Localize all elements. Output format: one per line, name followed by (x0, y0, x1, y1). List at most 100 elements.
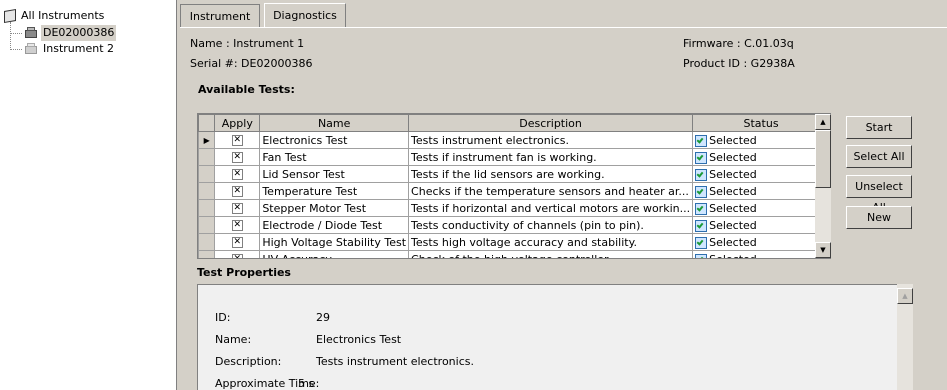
table-row[interactable]: Stepper Motor TestTests if horizontal an… (198, 199, 830, 217)
apply-cell[interactable] (214, 148, 261, 166)
scroll-up-button[interactable]: ▲ (815, 114, 831, 130)
apply-cell[interactable] (214, 199, 261, 217)
tab-instrument[interactable]: Instrument (180, 4, 260, 27)
apply-checkbox[interactable] (231, 220, 243, 231)
status-text: Selected (709, 184, 757, 198)
column-header-status[interactable]: Status (692, 114, 830, 132)
test-properties-title: Test Properties (197, 266, 291, 279)
table-row[interactable]: Electrode / Diode TestTests conductivity… (198, 216, 830, 234)
row-indicator[interactable] (198, 216, 216, 234)
instrument-serial: Serial #: DE02000386 (190, 57, 313, 70)
tests-grid-scrollbar[interactable]: ▲ ▼ (815, 114, 831, 258)
apply-checkbox[interactable] (231, 152, 243, 163)
apply-cell[interactable] (214, 250, 261, 258)
apply-cell[interactable] (214, 233, 261, 251)
column-header-apply[interactable]: Apply (214, 114, 261, 132)
row-indicator[interactable]: ▶ (198, 131, 216, 149)
test-name-cell[interactable]: Fan Test (259, 148, 410, 166)
test-description-cell[interactable]: Tests if horizontal and vertical motors … (408, 199, 694, 217)
test-description-cell[interactable]: Tests instrument electronics. (408, 131, 694, 149)
test-description-cell[interactable]: Tests high voltage accuracy and stabilit… (408, 233, 694, 251)
available-tests-title: Available Tests: (198, 83, 295, 96)
table-row[interactable]: ▶ Electronics TestTests instrument electr… (198, 131, 830, 149)
apply-cell[interactable] (214, 216, 261, 234)
apply-checkbox[interactable] (231, 169, 243, 180)
prop-id-value: 29 (316, 311, 330, 324)
column-header-description[interactable]: Description (408, 114, 694, 132)
tree-root-label: All Instruments (21, 9, 105, 22)
table-row[interactable]: Lid Sensor TestTests if the lid sensors … (198, 165, 830, 183)
prop-time-value: 5 s (298, 377, 315, 390)
instrument-icon (24, 43, 38, 55)
apply-checkbox[interactable] (231, 186, 243, 197)
scroll-up-button[interactable]: ▲ (897, 288, 913, 304)
test-status-cell[interactable]: Selected (692, 165, 830, 183)
select-all-button[interactable]: Select All (846, 145, 912, 168)
test-name-cell[interactable]: Temperature Test (259, 182, 410, 200)
test-name-cell[interactable]: HV Accuracy (259, 250, 410, 258)
table-row[interactable]: HV AccuracyCheck of the high voltage con… (198, 250, 830, 259)
test-status-cell[interactable]: Selected (692, 199, 830, 217)
tests-grid[interactable]: Apply Name Description Status ▶ Electroni… (197, 113, 831, 259)
row-indicator[interactable] (198, 250, 216, 258)
start-button[interactable]: Start (846, 116, 912, 139)
test-name-cell[interactable]: Electronics Test (259, 131, 410, 149)
apply-checkbox[interactable] (231, 237, 243, 248)
apply-cell[interactable] (214, 182, 261, 200)
scroll-thumb[interactable] (815, 130, 831, 188)
row-indicator[interactable] (198, 165, 216, 183)
test-name-cell[interactable]: High Voltage Stability Test (259, 233, 410, 251)
row-indicator[interactable] (198, 148, 216, 166)
test-status-cell[interactable]: Selected (692, 216, 830, 234)
table-row[interactable]: Temperature TestChecks if the temperatur… (198, 182, 830, 200)
apply-cell[interactable] (214, 165, 261, 183)
test-description-cell[interactable]: Checks if the temperature sensors and he… (408, 182, 694, 200)
tab-diagnostics[interactable]: Diagnostics (264, 3, 346, 27)
instrument-icon (24, 27, 38, 39)
test-status-cell[interactable]: Selected (692, 250, 830, 259)
status-text: Selected (709, 167, 757, 181)
instrument-tree[interactable]: All Instruments DE02000386 Instrument 2 (0, 0, 177, 390)
table-header: Apply Name Description Status (198, 114, 830, 132)
selected-status-icon (695, 168, 708, 181)
test-description-cell[interactable]: Tests conductivity of channels (pin to p… (408, 216, 694, 234)
tree-item-instrument-1[interactable]: DE02000386 (24, 25, 117, 41)
row-indicator[interactable] (198, 182, 216, 200)
prop-id-label: ID: (215, 311, 231, 324)
prop-description-label: Description: (215, 355, 282, 368)
apply-checkbox[interactable] (231, 203, 243, 214)
status-text: Selected (709, 252, 757, 259)
test-status-cell[interactable]: Selected (692, 148, 830, 166)
scroll-down-button[interactable]: ▼ (815, 242, 831, 258)
table-row[interactable]: High Voltage Stability TestTests high vo… (198, 233, 830, 251)
apply-checkbox[interactable] (231, 254, 243, 258)
tree-item-label: Instrument 2 (43, 42, 115, 55)
row-indicator[interactable] (198, 199, 216, 217)
test-status-cell[interactable]: Selected (692, 131, 830, 149)
test-name-cell[interactable]: Lid Sensor Test (259, 165, 410, 183)
test-status-cell[interactable]: Selected (692, 182, 830, 200)
tree-root[interactable]: All Instruments (4, 8, 106, 24)
apply-checkbox[interactable] (231, 135, 243, 146)
unselect-all-button[interactable]: Unselect All (846, 175, 912, 214)
selected-status-icon (695, 219, 708, 232)
status-text: Selected (709, 235, 757, 249)
test-name-cell[interactable]: Electrode / Diode Test (259, 216, 410, 234)
selected-status-icon (695, 185, 708, 198)
tab-label: Diagnostics (273, 9, 337, 22)
table-row[interactable]: Fan TestTests if instrument fan is worki… (198, 148, 830, 166)
test-status-cell[interactable]: Selected (692, 233, 830, 251)
test-name-cell[interactable]: Stepper Motor Test (259, 199, 410, 217)
test-properties-scrollbar[interactable]: ▲ (897, 284, 913, 390)
new-test-button[interactable]: New (846, 206, 912, 229)
test-description-cell[interactable]: Tests if the lid sensors are working. (408, 165, 694, 183)
test-description-cell[interactable]: Check of the high voltage controller (408, 250, 694, 258)
tree-item-instrument-2[interactable]: Instrument 2 (24, 41, 116, 57)
apply-cell[interactable] (214, 131, 261, 149)
test-description-cell[interactable]: Tests if instrument fan is working. (408, 148, 694, 166)
instruments-root-icon (4, 8, 16, 24)
row-indicator[interactable] (198, 233, 216, 251)
status-text: Selected (709, 133, 757, 147)
instrument-name: Name : Instrument 1 (190, 37, 305, 50)
column-header-name[interactable]: Name (259, 114, 410, 132)
